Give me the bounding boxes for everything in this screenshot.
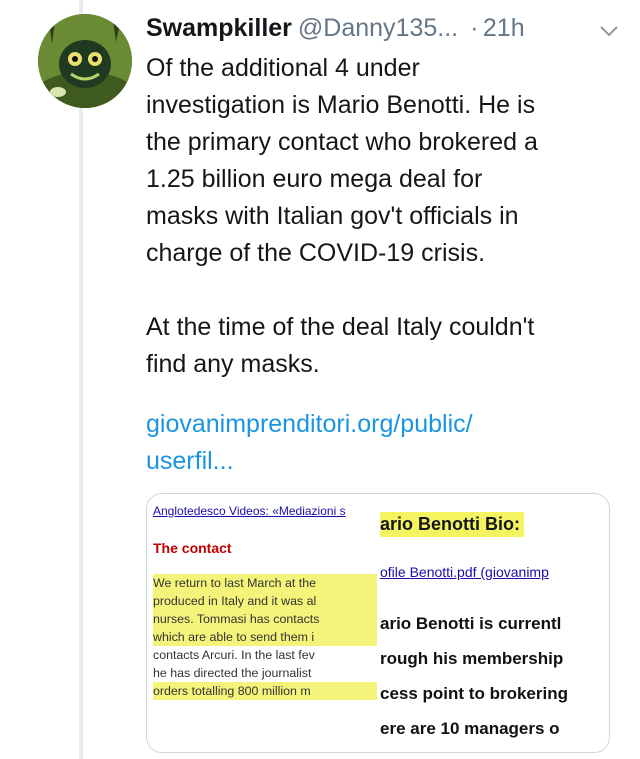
- left-line: We return to last March at the: [153, 574, 377, 592]
- right-line: cess point to brokering: [380, 684, 568, 703]
- text-line: masks with Italian gov't officials in: [146, 202, 519, 230]
- tweet-text: Of the additional 4 under investigation …: [146, 50, 616, 383]
- tweet-paragraph-2: At the time of the deal Italy couldn't f…: [146, 309, 616, 383]
- text-line: At the time of the deal Italy couldn't: [146, 313, 535, 341]
- right-image-text: ario Benotti is currentl rough his membe…: [380, 606, 568, 746]
- text-line: charge of the COVID-19 crisis.: [146, 239, 486, 267]
- link-line[interactable]: giovanimprenditori.org/public/: [146, 410, 473, 438]
- text-line: Of the additional 4 under: [146, 54, 420, 82]
- left-image-text: We return to last March at the produced …: [153, 574, 377, 700]
- left-line: contacts Arcuri. In the last fev: [153, 648, 315, 662]
- right-line: rough his membership: [380, 649, 564, 668]
- left-line: nurses. Tommasi has contacts: [153, 610, 377, 628]
- left-line: he has directed the journalist: [153, 666, 312, 680]
- card-image-right[interactable]: ario Benotti Bio: ofile Benotti.pdf (gio…: [380, 494, 609, 752]
- text-line: find any masks.: [146, 350, 320, 378]
- media-card[interactable]: Anglotedesco Videos: «Mediazioni s The c…: [146, 493, 610, 753]
- text-line: investigation is Mario Benotti. He is: [146, 91, 536, 119]
- link-line[interactable]: userfil...: [146, 447, 234, 475]
- left-line: produced in Italy and it was al: [153, 592, 377, 610]
- left-line: orders totalling 800 million m: [153, 682, 377, 700]
- text-line: the primary contact who brokered a: [146, 128, 538, 156]
- card-image-left[interactable]: Anglotedesco Videos: «Mediazioni s The c…: [147, 494, 377, 752]
- thread-line: [79, 0, 83, 759]
- user-handle[interactable]: @Danny135...: [298, 14, 458, 42]
- tweet-link[interactable]: giovanimprenditori.org/public/ userfil..…: [146, 406, 473, 480]
- left-image-title: Anglotedesco Videos: «Mediazioni s: [153, 504, 346, 518]
- left-image-heading: The contact: [153, 540, 232, 556]
- display-name[interactable]: Swampkiller: [146, 14, 292, 42]
- right-line: ere are 10 managers o: [380, 719, 560, 738]
- separator-dot: ·: [470, 14, 479, 42]
- avatar[interactable]: [38, 14, 132, 108]
- swamp-creature-avatar-icon: [38, 14, 132, 108]
- right-image-title: ario Benotti Bio:: [380, 512, 524, 537]
- left-line: which are able to send them i: [153, 628, 377, 646]
- timestamp[interactable]: 21h: [483, 14, 525, 42]
- tweet-header: Swampkiller @Danny135... · 21h: [146, 14, 620, 50]
- right-image-link: ofile Benotti.pdf (giovanimp: [380, 564, 549, 580]
- text-line: 1.25 billion euro mega deal for: [146, 165, 483, 193]
- chevron-down-icon[interactable]: [598, 20, 620, 42]
- tweet-paragraph-1: Of the additional 4 under investigation …: [146, 50, 616, 272]
- right-line: ario Benotti is currentl: [380, 614, 562, 633]
